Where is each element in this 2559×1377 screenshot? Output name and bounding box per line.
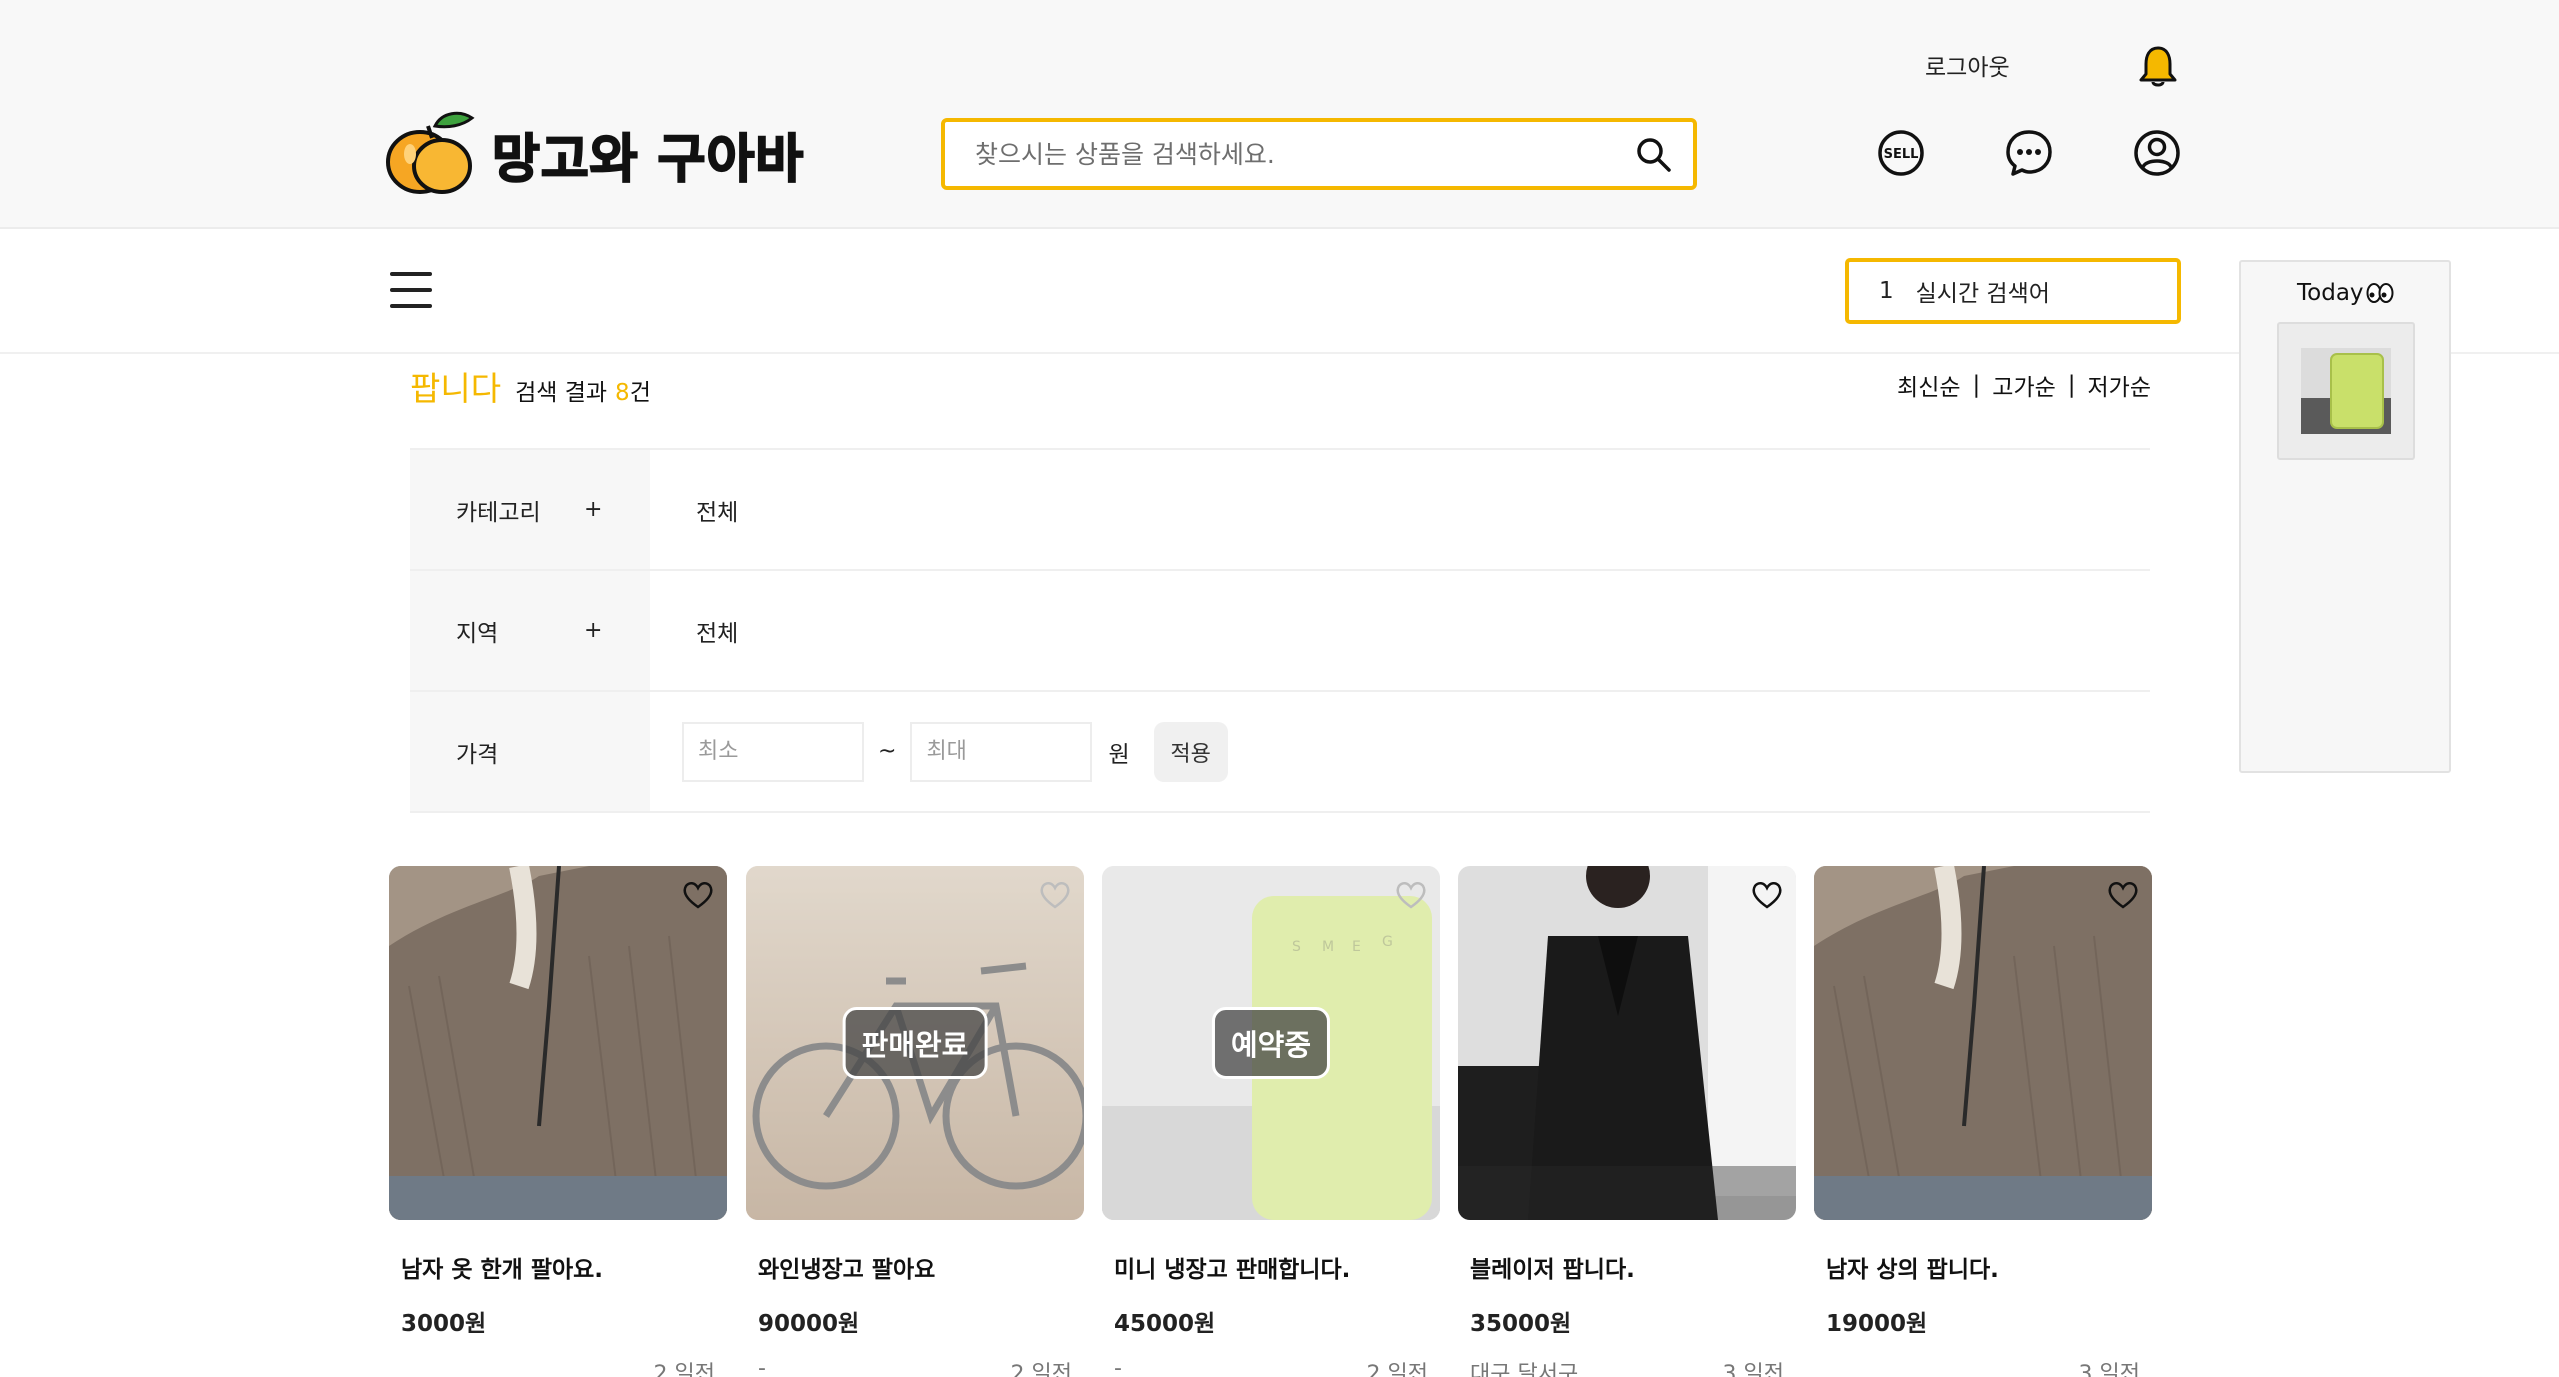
product-card[interactable]: 블레이저 팝니다. 35000원 대구 달서구 3 일전 xyxy=(1458,866,1796,1377)
price-label-text: 가격 xyxy=(456,741,499,768)
product-region: 대구 달서구 xyxy=(1470,1362,1579,1377)
bell-icon[interactable] xyxy=(2138,44,2178,88)
logo[interactable]: 망고와 구아바 xyxy=(380,104,804,204)
realtime-search-box[interactable]: 1 실시간 검색어 xyxy=(1845,258,2181,324)
header: 망고와 구아바 로그아웃 SELL xyxy=(0,0,2559,229)
heart-icon[interactable] xyxy=(681,880,715,910)
mango-logo-icon xyxy=(386,111,475,194)
product-title[interactable]: 블레이저 팝니다. xyxy=(1470,1250,1796,1284)
product-image[interactable] xyxy=(389,866,727,1220)
filter-row-region: 지역 + 전체 xyxy=(410,571,2150,692)
eyes-icon xyxy=(2366,283,2394,303)
menu-icon[interactable] xyxy=(390,272,432,308)
min-price-input[interactable] xyxy=(682,721,864,782)
product-title[interactable]: 미니 냉장고 판매합니다. xyxy=(1114,1250,1440,1284)
realtime-label: 실시간 검색어 xyxy=(1915,281,2050,307)
product-card[interactable]: SMEG 예약중 미니 냉장고 판매합니다. 45000원 - 2 일전 xyxy=(1102,866,1440,1377)
today-panel: Today xyxy=(2239,260,2451,773)
result-summary: 팝니다 검색 결과 8 건 xyxy=(410,362,651,410)
filter-row-category: 카테고리 + 전체 xyxy=(410,450,2150,571)
product-price: 35000원 xyxy=(1470,1311,1572,1337)
filter-row-price: 가격 ~ 원 적용 xyxy=(410,692,2150,813)
region-value[interactable]: 전체 xyxy=(696,614,738,648)
heart-icon[interactable] xyxy=(1394,880,1428,910)
product-time: 3 일전 xyxy=(1722,1362,1784,1377)
product-price: 3000원 xyxy=(401,1311,487,1337)
today-thumbnail[interactable] xyxy=(2277,322,2415,460)
product-image[interactable]: SMEG 예약중 xyxy=(1102,866,1440,1220)
region-label[interactable]: 지역 + xyxy=(410,571,650,690)
category-expand-icon[interactable]: + xyxy=(584,497,602,522)
today-title-text: Today xyxy=(2297,280,2364,306)
sort-separator: | xyxy=(1972,372,1981,398)
result-text: 검색 결과 xyxy=(515,380,608,406)
product-title[interactable]: 남자 옷 한개 팔아요. xyxy=(401,1250,727,1284)
heart-icon[interactable] xyxy=(2106,880,2140,910)
product-price: 19000원 xyxy=(1826,1311,1928,1337)
product-time: 3 일전 xyxy=(2078,1362,2140,1377)
search-icon[interactable] xyxy=(1635,136,1673,174)
sort-options: 최신순 | 고가순 | 저가순 xyxy=(1897,368,2151,402)
product-image[interactable]: 판매완료 xyxy=(746,866,1084,1220)
sort-latest[interactable]: 최신순 xyxy=(1897,368,1960,402)
price-label: 가격 xyxy=(410,692,650,811)
result-count-unit: 건 xyxy=(629,380,651,406)
sell-icon-text: SELL xyxy=(1884,147,1919,162)
chat-icon[interactable] xyxy=(2004,128,2054,178)
search-input[interactable] xyxy=(975,139,1615,169)
apply-button[interactable]: 적용 xyxy=(1153,721,1228,782)
fridge-thumbnail-image xyxy=(2301,348,2391,434)
realtime-rank: 1 xyxy=(1879,278,1894,304)
sort-high-price[interactable]: 고가순 xyxy=(1992,368,2055,402)
max-price-input[interactable] xyxy=(910,721,1093,782)
region-expand-icon[interactable]: + xyxy=(584,618,602,643)
result-count: 8 xyxy=(615,380,630,406)
product-title[interactable]: 와인냉장고 팔아요 xyxy=(758,1250,1084,1284)
product-time: 2 일전 xyxy=(653,1362,715,1377)
category-value[interactable]: 전체 xyxy=(696,493,738,527)
logo-text: 망고와 구아바 xyxy=(491,129,805,191)
product-price: 45000원 xyxy=(1114,1311,1216,1337)
today-title: Today xyxy=(2297,280,2394,306)
logout-link[interactable]: 로그아웃 xyxy=(1925,48,2010,82)
product-time: 2 일전 xyxy=(1366,1362,1428,1377)
product-image[interactable] xyxy=(1458,866,1796,1220)
product-region: - xyxy=(758,1356,766,1377)
price-tilde: ~ xyxy=(878,739,897,764)
product-time: 2 일전 xyxy=(1010,1362,1072,1377)
region-label-text: 지역 xyxy=(456,620,499,647)
heart-icon[interactable] xyxy=(1750,880,1784,910)
search-bar xyxy=(941,118,1697,190)
price-unit: 원 xyxy=(1108,741,1130,768)
sort-separator: | xyxy=(2067,372,2076,398)
status-badge: 예약중 xyxy=(1211,1007,1331,1079)
product-title[interactable]: 남자 상의 팝니다. xyxy=(1826,1250,2152,1284)
product-price: 90000원 xyxy=(758,1311,860,1337)
sell-icon[interactable]: SELL xyxy=(1876,128,1926,178)
category-label-text: 카테고리 xyxy=(456,499,541,526)
heart-icon[interactable] xyxy=(1038,880,1072,910)
user-icon[interactable] xyxy=(2132,128,2182,178)
sort-low-price[interactable]: 저가순 xyxy=(2088,368,2151,402)
section-label: 팝니다 xyxy=(410,369,502,408)
status-badge: 판매완료 xyxy=(842,1007,988,1079)
product-region: - xyxy=(1114,1356,1122,1377)
product-card[interactable]: 판매완료 와인냉장고 팔아요 90000원 - 2 일전 xyxy=(746,866,1084,1377)
category-label[interactable]: 카테고리 + xyxy=(410,450,650,569)
filter-table: 카테고리 + 전체 지역 + 전체 가격 ~ 원 적용 xyxy=(410,448,2150,813)
product-card[interactable]: 남자 상의 팝니다. 19000원 3 일전 xyxy=(1814,866,2152,1377)
product-image[interactable] xyxy=(1814,866,2152,1220)
product-card[interactable]: 남자 옷 한개 팔아요. 3000원 2 일전 xyxy=(389,866,727,1377)
